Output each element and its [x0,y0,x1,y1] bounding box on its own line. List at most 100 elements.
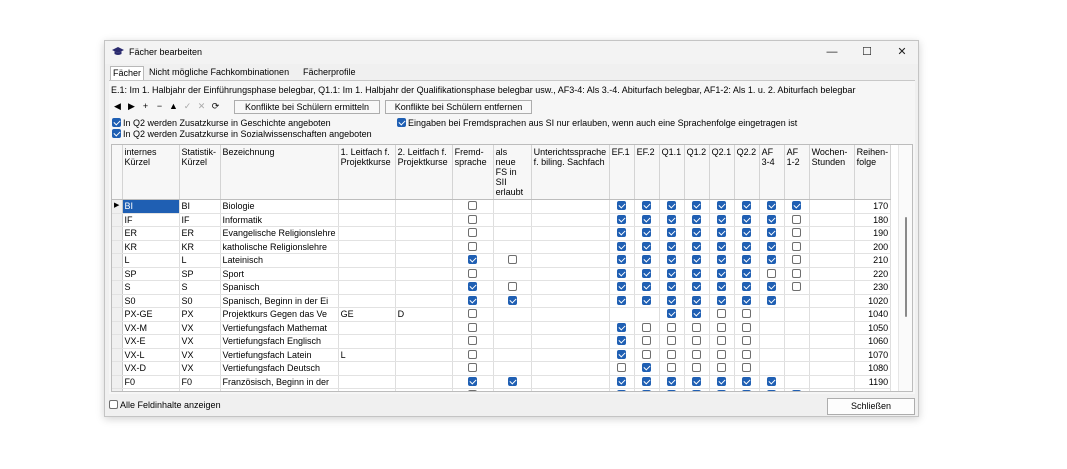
cell-checkbox-ef1[interactable] [609,307,635,322]
checkbox[interactable] [617,255,627,265]
cell-checkbox-af34[interactable] [759,253,785,268]
cell-checkbox-ef2[interactable] [634,213,660,227]
cell-checkbox-af34[interactable] [759,199,785,214]
checkbox[interactable] [642,214,652,224]
cell-lf1[interactable] [338,267,396,281]
checkbox[interactable] [667,349,677,359]
checkbox[interactable] [792,201,802,211]
checkbox[interactable] [717,295,727,305]
cell-checkbox-af34[interactable] [759,240,785,254]
cell-rf[interactable]: 200 [854,240,892,254]
column-header[interactable]: Fremd-sprache [452,145,494,200]
checkbox[interactable] [717,363,727,373]
next-icon[interactable]: ▶ [125,100,138,113]
cell-checkbox-ef2[interactable] [634,294,660,308]
cell-lf1[interactable] [338,226,396,241]
table-row[interactable]: VX-E VX Vertiefungsfach Englisch 1060 [112,334,892,349]
cell-checkbox-q21[interactable] [709,348,735,362]
cell-checkbox-fs[interactable] [452,334,494,349]
checkbox[interactable] [468,390,478,391]
checkbox[interactable] [112,129,121,138]
option-zusatzkurse-geschichte[interactable]: In Q2 werden Zusatzkurse in Geschichte a… [112,118,331,129]
column-header[interactable]: Statistik-Kürzel [179,145,221,200]
cell-checkbox-q11[interactable] [659,334,685,349]
checkbox[interactable] [692,241,702,251]
checkbox[interactable] [507,295,517,305]
checkbox[interactable] [507,376,517,386]
cell-checkbox-ef1[interactable] [609,388,635,391]
cell-ws[interactable] [809,226,855,241]
checkbox[interactable] [617,349,627,359]
cell-checkbox-ef2[interactable] [634,361,660,376]
cell-kz[interactable]: SPL [122,388,180,391]
cell-checkbox-af12[interactable] [784,280,810,295]
cell-checkbox-af12[interactable] [784,267,810,281]
cell-checkbox-nfs[interactable] [493,361,532,376]
checkbox[interactable] [692,255,702,265]
cell-checkbox-af12[interactable] [784,348,810,362]
checkbox[interactable] [109,400,118,409]
checkbox[interactable] [667,201,677,211]
checkbox[interactable] [767,228,777,238]
cell-checkbox-q11[interactable] [659,375,685,389]
cell-checkbox-ef2[interactable] [634,375,660,389]
cell-lf1[interactable] [338,334,396,349]
cell-checkbox-ef1[interactable] [609,240,635,254]
table-row[interactable]: PX-GE PX Projektkurs Gegen das Ve GE D 1040 [112,307,892,322]
cell-checkbox-af12[interactable] [784,213,810,227]
checkbox[interactable] [692,390,702,391]
checkbox[interactable] [742,390,752,391]
row-indicator[interactable] [112,375,123,389]
cell-checkbox-af12[interactable] [784,199,810,214]
cell-checkbox-q12[interactable] [684,307,710,322]
cell-lf1[interactable] [338,375,396,389]
cell-stat[interactable]: IF [179,213,221,227]
cell-checkbox-ef1[interactable] [609,375,635,389]
cell-checkbox-q12[interactable] [684,280,710,295]
cell-ws[interactable] [809,388,855,391]
cell-sp[interactable] [531,321,610,335]
cell-checkbox-ef2[interactable] [634,267,660,281]
cell-ws[interactable] [809,253,855,268]
cell-sp[interactable] [531,240,610,254]
checkbox[interactable] [767,214,777,224]
cancel-icon[interactable]: ✕ [195,100,208,113]
cell-checkbox-q12[interactable] [684,253,710,268]
cell-checkbox-q12[interactable] [684,388,710,391]
maximize-button[interactable]: ☐ [855,44,879,61]
checkbox[interactable] [717,336,727,346]
row-indicator[interactable] [112,334,123,349]
table-row[interactable]: VX-L VX Vertiefungsfach Latein L 1070 [112,348,892,362]
checkbox[interactable] [667,322,677,332]
cell-lf1[interactable] [338,213,396,227]
cell-checkbox-q12[interactable] [684,361,710,376]
cell-ws[interactable] [809,294,855,308]
cell-checkbox-fs[interactable] [452,307,494,322]
cell-bez[interactable]: Vertiefungsfach Englisch [220,334,339,349]
row-indicator[interactable] [112,388,123,391]
cell-lf1[interactable] [338,199,396,214]
cell-stat[interactable]: S0 [179,294,221,308]
cell-checkbox-fs[interactable] [452,253,494,268]
cell-checkbox-af34[interactable] [759,321,785,335]
cell-checkbox-af34[interactable] [759,361,785,376]
column-header[interactable]: Wochen-Stunden [809,145,855,200]
cell-lf1[interactable]: L [338,348,396,362]
cell-checkbox-fs[interactable] [452,213,494,227]
checkbox[interactable] [468,295,478,305]
cell-bez[interactable]: Evangelische Religionslehre [220,226,339,241]
checkbox[interactable] [692,363,702,373]
cell-sp[interactable] [531,294,610,308]
cell-bez[interactable]: Sport [220,267,339,281]
cell-checkbox-ef2[interactable] [634,226,660,241]
cell-checkbox-q21[interactable] [709,294,735,308]
checkbox[interactable] [667,309,677,319]
add-icon[interactable]: + [139,100,152,113]
checkbox[interactable] [617,336,627,346]
cell-kz[interactable]: VX-E [122,334,180,349]
cell-lf1[interactable] [338,294,396,308]
checkbox[interactable] [468,214,478,224]
checkbox[interactable] [767,241,777,251]
cell-checkbox-fs[interactable] [452,348,494,362]
checkbox[interactable] [692,282,702,292]
